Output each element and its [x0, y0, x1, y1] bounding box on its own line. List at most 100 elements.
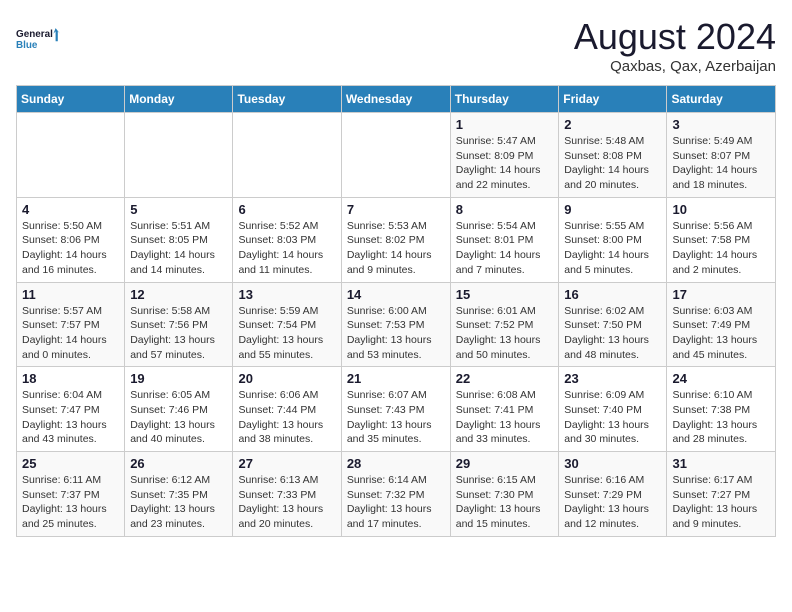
day-number: 18: [22, 371, 119, 386]
day-info: Sunrise: 6:01 AMSunset: 7:52 PMDaylight:…: [456, 304, 554, 363]
day-info: Sunrise: 6:04 AMSunset: 7:47 PMDaylight:…: [22, 388, 119, 447]
day-number: 3: [672, 117, 770, 132]
day-info: Sunrise: 6:05 AMSunset: 7:46 PMDaylight:…: [130, 388, 227, 447]
weekday-header-sunday: Sunday: [17, 86, 125, 113]
calendar-cell: [233, 113, 341, 198]
day-number: 9: [564, 202, 661, 217]
calendar-cell: 14 Sunrise: 6:00 AMSunset: 7:53 PMDayligh…: [341, 282, 450, 367]
day-number: 16: [564, 287, 661, 302]
calendar-cell: 18 Sunrise: 6:04 AMSunset: 7:47 PMDayligh…: [17, 367, 125, 452]
svg-text:General: General: [16, 29, 53, 40]
day-info: Sunrise: 6:07 AMSunset: 7:43 PMDaylight:…: [347, 388, 445, 447]
weekday-header-thursday: Thursday: [450, 86, 559, 113]
day-number: 13: [238, 287, 335, 302]
day-info: Sunrise: 6:11 AMSunset: 7:37 PMDaylight:…: [22, 473, 119, 532]
calendar-cell: 4 Sunrise: 5:50 AMSunset: 8:06 PMDaylight…: [17, 197, 125, 282]
calendar-cell: 19 Sunrise: 6:05 AMSunset: 7:46 PMDayligh…: [125, 367, 233, 452]
day-info: Sunrise: 6:10 AMSunset: 7:38 PMDaylight:…: [672, 388, 770, 447]
calendar-cell: 6 Sunrise: 5:52 AMSunset: 8:03 PMDaylight…: [233, 197, 341, 282]
day-number: 11: [22, 287, 119, 302]
day-number: 4: [22, 202, 119, 217]
day-number: 23: [564, 371, 661, 386]
day-number: 8: [456, 202, 554, 217]
day-info: Sunrise: 5:50 AMSunset: 8:06 PMDaylight:…: [22, 219, 119, 278]
weekday-header-monday: Monday: [125, 86, 233, 113]
calendar-cell: [125, 113, 233, 198]
calendar-cell: 24 Sunrise: 6:10 AMSunset: 7:38 PMDayligh…: [667, 367, 776, 452]
calendar-cell: 11 Sunrise: 5:57 AMSunset: 7:57 PMDayligh…: [17, 282, 125, 367]
day-info: Sunrise: 5:58 AMSunset: 7:56 PMDaylight:…: [130, 304, 227, 363]
calendar-table: SundayMondayTuesdayWednesdayThursdayFrid…: [16, 85, 776, 537]
calendar-cell: 31Sunrise: 6:17 AMSunset: 7:27 PMDayligh…: [667, 452, 776, 537]
day-info: Sunrise: 6:03 AMSunset: 7:49 PMDaylight:…: [672, 304, 770, 363]
day-info: Sunrise: 6:08 AMSunset: 7:41 PMDaylight:…: [456, 388, 554, 447]
day-info: Sunrise: 5:54 AMSunset: 8:01 PMDaylight:…: [456, 219, 554, 278]
day-number: 1: [456, 117, 554, 132]
day-number: 27: [238, 456, 335, 471]
day-info: Sunrise: 5:57 AMSunset: 7:57 PMDaylight:…: [22, 304, 119, 363]
calendar-cell: 7 Sunrise: 5:53 AMSunset: 8:02 PMDaylight…: [341, 197, 450, 282]
page-header: General Blue August 2024 Qaxbas, Qax, Az…: [16, 16, 776, 75]
day-number: 26: [130, 456, 227, 471]
day-number: 24: [672, 371, 770, 386]
day-info: Sunrise: 6:06 AMSunset: 7:44 PMDaylight:…: [238, 388, 335, 447]
day-number: 5: [130, 202, 227, 217]
calendar-cell: 23 Sunrise: 6:09 AMSunset: 7:40 PMDayligh…: [559, 367, 667, 452]
weekday-header-friday: Friday: [559, 86, 667, 113]
day-info: Sunrise: 6:09 AMSunset: 7:40 PMDaylight:…: [564, 388, 661, 447]
day-info: Sunrise: 5:56 AMSunset: 7:58 PMDaylight:…: [672, 219, 770, 278]
weekday-header-tuesday: Tuesday: [233, 86, 341, 113]
day-number: 19: [130, 371, 227, 386]
calendar-week-5: 25Sunrise: 6:11 AMSunset: 7:37 PMDayligh…: [17, 452, 776, 537]
calendar-cell: 29Sunrise: 6:15 AMSunset: 7:30 PMDayligh…: [450, 452, 559, 537]
day-info: Sunrise: 6:02 AMSunset: 7:50 PMDaylight:…: [564, 304, 661, 363]
calendar-cell: [17, 113, 125, 198]
day-info: Sunrise: 6:14 AMSunset: 7:32 PMDaylight:…: [347, 473, 445, 532]
day-number: 30: [564, 456, 661, 471]
svg-text:Blue: Blue: [16, 40, 38, 51]
day-number: 28: [347, 456, 445, 471]
day-info: Sunrise: 6:13 AMSunset: 7:33 PMDaylight:…: [238, 473, 335, 532]
month-year-title: August 2024: [574, 16, 776, 58]
day-info: Sunrise: 5:53 AMSunset: 8:02 PMDaylight:…: [347, 219, 445, 278]
day-number: 7: [347, 202, 445, 217]
day-info: Sunrise: 6:15 AMSunset: 7:30 PMDaylight:…: [456, 473, 554, 532]
calendar-cell: 20 Sunrise: 6:06 AMSunset: 7:44 PMDayligh…: [233, 367, 341, 452]
calendar-cell: 10Sunrise: 5:56 AMSunset: 7:58 PMDayligh…: [667, 197, 776, 282]
calendar-cell: 16 Sunrise: 6:02 AMSunset: 7:50 PMDayligh…: [559, 282, 667, 367]
day-info: Sunrise: 5:55 AMSunset: 8:00 PMDaylight:…: [564, 219, 661, 278]
day-info: Sunrise: 5:52 AMSunset: 8:03 PMDaylight:…: [238, 219, 335, 278]
day-number: 14: [347, 287, 445, 302]
day-number: 21: [347, 371, 445, 386]
weekday-header-row: SundayMondayTuesdayWednesdayThursdayFrid…: [17, 86, 776, 113]
calendar-cell: [341, 113, 450, 198]
calendar-cell: 30 Sunrise: 6:16 AMSunset: 7:29 PMDayligh…: [559, 452, 667, 537]
calendar-cell: 1Sunrise: 5:47 AMSunset: 8:09 PMDaylight…: [450, 113, 559, 198]
day-number: 6: [238, 202, 335, 217]
day-number: 22: [456, 371, 554, 386]
day-info: Sunrise: 5:48 AMSunset: 8:08 PMDaylight:…: [564, 134, 661, 193]
calendar-cell: 13 Sunrise: 5:59 AMSunset: 7:54 PMDayligh…: [233, 282, 341, 367]
day-info: Sunrise: 6:12 AMSunset: 7:35 PMDaylight:…: [130, 473, 227, 532]
calendar-cell: 25Sunrise: 6:11 AMSunset: 7:37 PMDayligh…: [17, 452, 125, 537]
calendar-cell: 15 Sunrise: 6:01 AMSunset: 7:52 PMDayligh…: [450, 282, 559, 367]
day-number: 20: [238, 371, 335, 386]
location-subtitle: Qaxbas, Qax, Azerbaijan: [574, 58, 776, 75]
day-info: Sunrise: 5:51 AMSunset: 8:05 PMDaylight:…: [130, 219, 227, 278]
calendar-cell: 28 Sunrise: 6:14 AMSunset: 7:32 PMDayligh…: [341, 452, 450, 537]
day-info: Sunrise: 6:00 AMSunset: 7:53 PMDaylight:…: [347, 304, 445, 363]
day-number: 2: [564, 117, 661, 132]
calendar-cell: 5 Sunrise: 5:51 AMSunset: 8:05 PMDaylight…: [125, 197, 233, 282]
calendar-cell: 26 Sunrise: 6:12 AMSunset: 7:35 PMDayligh…: [125, 452, 233, 537]
day-info: Sunrise: 6:16 AMSunset: 7:29 PMDaylight:…: [564, 473, 661, 532]
day-info: Sunrise: 5:49 AMSunset: 8:07 PMDaylight:…: [672, 134, 770, 193]
calendar-week-1: 1Sunrise: 5:47 AMSunset: 8:09 PMDaylight…: [17, 113, 776, 198]
calendar-cell: 17Sunrise: 6:03 AMSunset: 7:49 PMDayligh…: [667, 282, 776, 367]
logo: General Blue: [16, 16, 60, 60]
day-info: Sunrise: 5:59 AMSunset: 7:54 PMDaylight:…: [238, 304, 335, 363]
day-number: 15: [456, 287, 554, 302]
calendar-cell: 3 Sunrise: 5:49 AMSunset: 8:07 PMDaylight…: [667, 113, 776, 198]
weekday-header-saturday: Saturday: [667, 86, 776, 113]
calendar-cell: 9 Sunrise: 5:55 AMSunset: 8:00 PMDaylight…: [559, 197, 667, 282]
calendar-cell: 8 Sunrise: 5:54 AMSunset: 8:01 PMDaylight…: [450, 197, 559, 282]
